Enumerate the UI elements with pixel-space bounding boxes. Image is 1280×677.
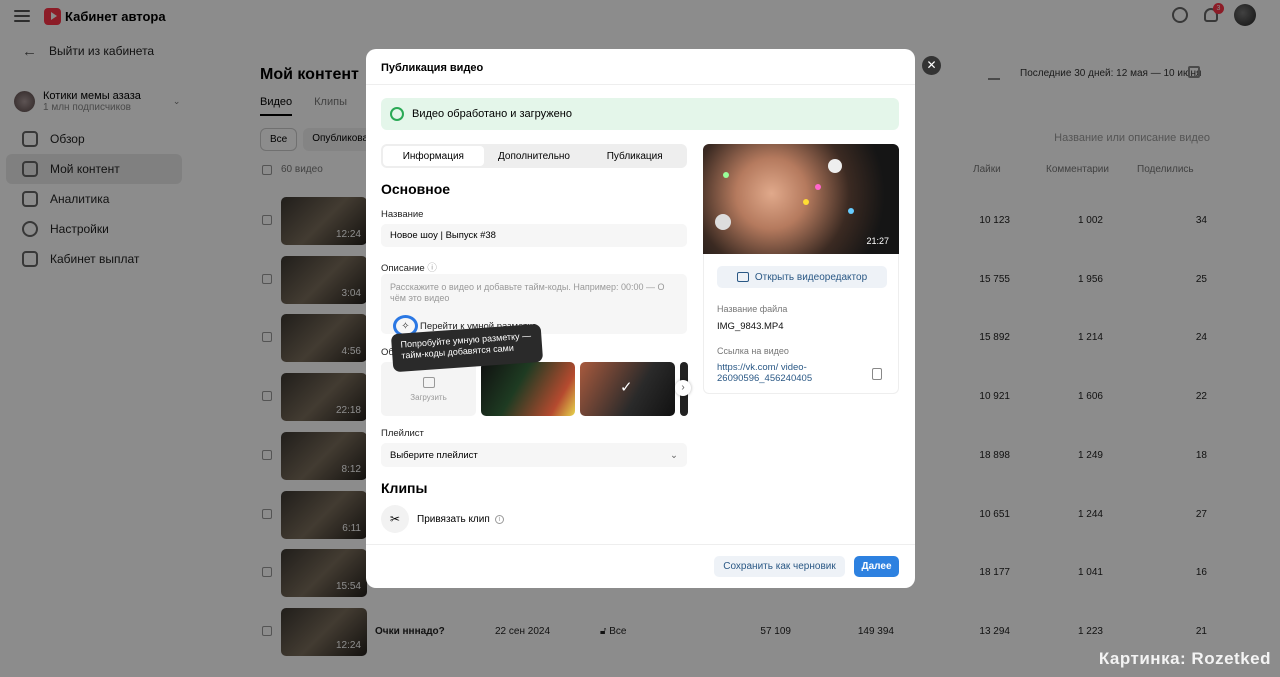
editor-icon xyxy=(736,272,749,282)
description-label-text: Описание xyxy=(381,263,425,274)
sticker xyxy=(815,184,821,190)
playlist-select[interactable]: Выберите плейлист ⌄ xyxy=(381,443,687,467)
cover-option-selected[interactable]: ✓ xyxy=(580,362,675,416)
open-editor-label: Открыть видеоредактор xyxy=(754,271,868,283)
attach-clip-label: Привязать клип xyxy=(417,513,490,525)
section-main: Основное xyxy=(381,181,451,197)
tab-info[interactable]: Информация xyxy=(383,146,484,166)
video-link-label: Ссылка на видео xyxy=(717,346,789,356)
save-draft-button[interactable]: Сохранить как черновик xyxy=(714,556,845,577)
sticker xyxy=(723,172,729,178)
check-icon: ✓ xyxy=(620,379,633,396)
info-icon: i xyxy=(494,514,504,524)
divider xyxy=(366,84,915,85)
sticker xyxy=(828,159,842,173)
chevron-down-icon: ⌄ xyxy=(670,449,678,461)
chevron-right-icon[interactable]: › xyxy=(675,380,691,396)
preview-duration: 21:27 xyxy=(866,236,889,246)
attach-clip-button[interactable]: ✂ Привязать клип i xyxy=(381,505,504,533)
name-label: Название xyxy=(381,209,424,220)
clip-icon: ✂ xyxy=(381,505,409,533)
cover-option[interactable] xyxy=(481,362,575,416)
sticker xyxy=(848,208,854,214)
open-editor-button[interactable]: Открыть видеоредактор xyxy=(717,266,887,288)
section-clips: Клипы xyxy=(381,480,428,496)
image-icon xyxy=(422,376,435,388)
video-link[interactable]: https://vk.com/ video-26090596_456240405 xyxy=(717,362,857,384)
close-icon[interactable]: ✕ xyxy=(922,56,941,75)
divider xyxy=(366,544,915,545)
dialog-title: Публикация видео xyxy=(381,62,484,74)
upload-label: Загрузить xyxy=(410,392,447,402)
copy-icon[interactable] xyxy=(872,368,882,380)
watermark: Картинка: Rozetked xyxy=(1098,649,1271,668)
file-name-value: IMG_9843.MP4 xyxy=(717,321,784,332)
video-preview[interactable]: 21:27 xyxy=(703,144,899,254)
sticker xyxy=(803,199,809,205)
tab-publication[interactable]: Публикация xyxy=(584,146,685,166)
next-button[interactable]: Далее xyxy=(854,556,899,577)
playlist-value: Выберите плейлист xyxy=(390,449,478,461)
success-banner: Видео обработано и загружено xyxy=(381,98,899,130)
file-info-panel: Открыть видеоредактор Название файла IMG… xyxy=(703,254,899,394)
info-icon: ⓘ xyxy=(427,263,437,274)
publish-dialog: Публикация видео Видео обработано и загр… xyxy=(366,49,915,588)
dialog-tabs: Информация Дополнительно Публикация xyxy=(381,144,687,168)
tab-additional[interactable]: Дополнительно xyxy=(484,146,585,166)
description-label: Описание ⓘ xyxy=(381,260,437,274)
sticker xyxy=(715,214,731,230)
title-input[interactable]: Новое шоу | Выпуск #38 xyxy=(381,224,687,247)
check-circle-icon xyxy=(390,107,404,121)
file-name-label: Название файла xyxy=(717,304,788,314)
success-text: Видео обработано и загружено xyxy=(412,108,572,120)
playlist-label: Плейлист xyxy=(381,428,424,439)
